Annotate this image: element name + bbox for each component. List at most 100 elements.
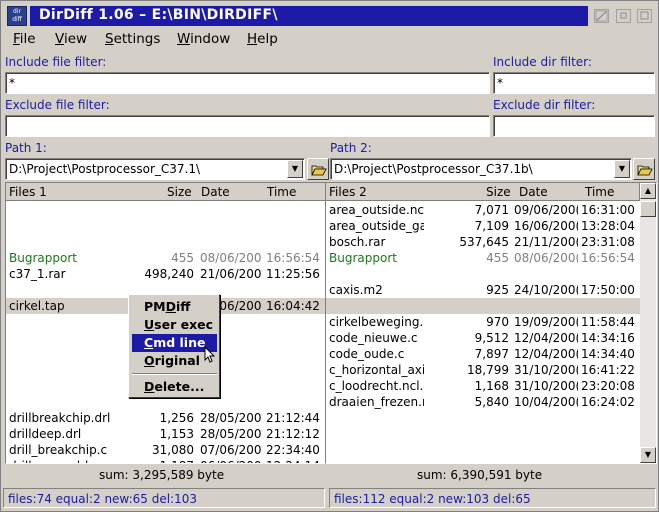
files2-cell-date: 21/11/200( (514, 235, 578, 249)
files1-cell-time: 11:25:56 (266, 267, 320, 281)
files2-cell-date: 31/10/200( (514, 363, 578, 377)
files1-cell-name: drillbreakchip.drl (9, 411, 111, 425)
ctx-user-exec-accel: U (144, 317, 155, 332)
ctx-user-exec[interactable]: User exec (132, 316, 217, 334)
files2-col-name[interactable]: Files 2 (329, 185, 367, 199)
files2-row[interactable]: Bugrapport 455 08/06/200(16:56:54 (326, 250, 640, 266)
files1-row[interactable]: Bugrapport 455 08/06/200(16:56:54 (6, 250, 326, 266)
path2-chevron-down-icon[interactable]: ▼ (614, 160, 630, 178)
files1-cell-time: 21:12:12 (266, 427, 320, 441)
files2-row[interactable]: caxis.m2 925 24/10/200(17:50:00 (326, 282, 640, 298)
app-icon-text-bottom: diff (12, 16, 22, 23)
files1-cell-date: 07/06/200( (200, 443, 262, 457)
files2-col-date[interactable]: Date (519, 185, 548, 199)
files2-cell-size: 7,897 (474, 347, 509, 361)
status-left: files:74 equal:2 new:65 del:103 (3, 488, 325, 508)
path1-value: D:\Project\Postprocessor_C37.1\ (9, 162, 201, 176)
path1-chevron-down-icon[interactable]: ▼ (287, 160, 303, 178)
files2-row[interactable]: c_loodrecht.ncl.1 1,168 31/10/200(23:20:08 (326, 378, 640, 394)
files2-cell-date: 24/10/200( (514, 283, 578, 297)
exclude-dir-filter-input[interactable] (493, 115, 655, 137)
files2-col-time[interactable]: Time (585, 185, 614, 199)
files2-row[interactable]: cirkelbeweging.r 970 19/09/200(11:58:44 (326, 314, 640, 330)
menu-window[interactable]: Window (177, 31, 230, 47)
files2-row[interactable]: area_outside.ncl. 7,071 09/06/200(16:31:00 (326, 202, 640, 218)
files1-row[interactable]: drillbreakchip.drl 1,256 28/05/200(21:12:4… (6, 410, 326, 426)
files1-cell-date: 28/05/200( (200, 427, 262, 441)
menu-bar: File View Settings Window Help (3, 29, 656, 49)
files1-col-name[interactable]: Files 1 (9, 185, 47, 199)
include-dir-filter-label: Include dir filter: (493, 55, 592, 69)
title-bar[interactable]: dir diff DirDiff 1.06 – E:\BIN\DIRDIFF\ (3, 3, 656, 29)
files2-row[interactable]: c_horizontal_axis 18,799 31/10/200(16:41:2… (326, 362, 640, 378)
files1-header: Files 1 Size Date Time (6, 183, 326, 201)
files1-row[interactable] (6, 234, 326, 250)
files1-row[interactable]: c37_1.rar 498,240 21/06/200(11:25:56 (6, 266, 326, 282)
files1-col-time[interactable]: Time (267, 185, 296, 199)
files2-cell-size: 537,645 (459, 235, 509, 249)
include-file-filter-input[interactable]: * (5, 72, 490, 94)
folder-open-icon (311, 165, 327, 176)
files2-row[interactable]: code_oude.c 7,897 12/04/200(14:34:40 (326, 346, 640, 362)
files2-cell-name: c_loodrecht.ncl.1 (329, 379, 424, 393)
files1-cell-size: 498,240 (144, 267, 194, 281)
files1-col-size[interactable]: Size (167, 185, 192, 199)
menu-window-label: indow (190, 31, 231, 47)
files2-cell-date: 10/04/200( (514, 395, 578, 409)
files1-cell-time: 16:56:54 (266, 251, 320, 265)
files1-cell-date: 21/06/200( (200, 267, 262, 281)
files2-cell-name: c_horizontal_axis (329, 363, 424, 377)
files2-cell-size: 925 (486, 283, 509, 297)
app-icon[interactable]: dir diff (7, 6, 27, 26)
files2-row[interactable]: draaien_frezen.n 5,840 10/04/200(16:24:02 (326, 394, 640, 410)
files2-row[interactable] (326, 298, 640, 314)
ctx-cmd-line-accel: C (144, 335, 154, 350)
files1-cell-date: 28/05/200( (200, 411, 262, 425)
files2-row[interactable]: bosch.rar 537,645 21/11/200(23:31:08 (326, 234, 640, 250)
files2-col-size[interactable]: Size (486, 185, 511, 199)
files1-row[interactable] (6, 202, 326, 218)
files2-scrollbar[interactable]: ▲ ▼ (640, 183, 656, 463)
files1-row[interactable]: drill_ream.drl1,187 06/06/200(12:24:14 (6, 458, 326, 463)
files1-cell-name: drill_breakchip.c (9, 443, 108, 457)
files1-cell-size: 31,080 (152, 443, 194, 457)
files2-cell-name: bosch.rar (329, 235, 386, 249)
menu-file[interactable]: File (13, 31, 36, 47)
path2-label: Path 2: (330, 141, 372, 155)
files2-row[interactable]: code_nieuwe.c 9,512 12/04/200(14:34:16 (326, 330, 640, 346)
window-title: DirDiff 1.06 – E:\BIN\DIRDIFF\ (39, 7, 278, 23)
files2-row[interactable]: area_outside_gau 7,109 16/06/200(13:28:04 (326, 218, 640, 234)
exclude-file-filter-input[interactable] (5, 115, 490, 137)
files2-cell-date: 08/06/200( (514, 251, 578, 265)
path1-combo[interactable]: D:\Project\Postprocessor_C37.1\ ▼ (5, 158, 305, 180)
files2-cell-name: code_nieuwe.c (329, 331, 418, 345)
scroll-down-icon[interactable]: ▼ (640, 447, 656, 463)
menu-help[interactable]: Help (247, 31, 278, 47)
files2-cell-size: 5,840 (474, 395, 509, 409)
ctx-delete[interactable]: Delete... (132, 378, 217, 396)
files1-cell-time: 22:34:40 (266, 443, 320, 457)
files1-row[interactable]: drilldeep.drl 1,153 28/05/200(21:12:12 (6, 426, 326, 442)
files1-cell-time: 21:12:44 (266, 411, 320, 425)
maximize-icon[interactable] (616, 9, 631, 23)
files2-row[interactable] (326, 266, 640, 282)
scroll-up-icon[interactable]: ▲ (640, 183, 656, 199)
files2-cell-name: caxis.m2 (329, 283, 383, 297)
path2-combo[interactable]: D:\Project\Postprocessor_C37.1b\ ▼ (330, 158, 632, 180)
files1-row[interactable] (6, 218, 326, 234)
files1-col-date[interactable]: Date (201, 185, 230, 199)
ctx-original-accel: O (144, 353, 155, 368)
menu-settings[interactable]: Settings (105, 31, 160, 47)
ctx-separator (132, 373, 217, 375)
menu-view[interactable]: View (55, 31, 87, 47)
path1-browse-button[interactable] (307, 158, 329, 180)
ctx-pmdiff[interactable]: PMDiff (132, 298, 217, 316)
files1-row[interactable]: drill_breakchip.c 31,080 07/06/200( 22:34:4… (6, 442, 326, 458)
path2-browse-button[interactable] (633, 158, 655, 180)
include-dir-filter-input[interactable]: * (493, 72, 655, 94)
files2-list[interactable]: Files 2 Size Date Time area_outside.ncl.… (325, 182, 657, 464)
close-icon[interactable] (637, 9, 652, 23)
files2-sum: sum: 6,390,591 byte (417, 468, 543, 482)
minimize-icon[interactable] (594, 9, 609, 23)
scroll-thumb[interactable] (640, 201, 656, 217)
